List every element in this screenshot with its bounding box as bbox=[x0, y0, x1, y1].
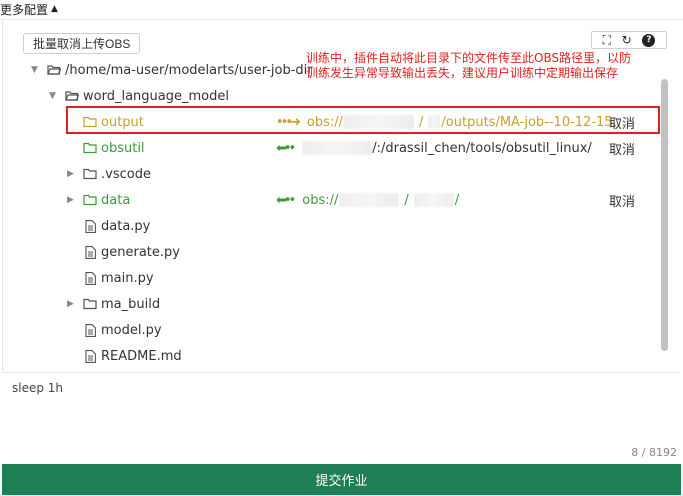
tree-row-data[interactable]: ▶ data ⬅•• obs:// / / 取消 bbox=[3, 188, 653, 212]
file-icon bbox=[83, 271, 97, 285]
download-arrow-icon: ⬅•• bbox=[276, 192, 296, 208]
file-name: model.py bbox=[101, 322, 162, 338]
file-icon bbox=[83, 323, 97, 337]
cancel-upload-link[interactable]: 取消 bbox=[609, 113, 635, 132]
redacted-text bbox=[339, 193, 400, 207]
redacted-text bbox=[428, 115, 441, 129]
file-icon bbox=[83, 245, 97, 259]
file-name: README.md bbox=[101, 348, 182, 364]
scrollbar-thumb[interactable] bbox=[661, 79, 668, 351]
annotation-note: 训练中，插件自动将此目录下的文件传至此OBS路径里，以防训练发生异常导致输出丢失… bbox=[306, 51, 632, 80]
tree-row-output[interactable]: output •••➜ obs:// / /outputs/MA-job--10… bbox=[3, 110, 653, 134]
file-name: generate.py bbox=[101, 244, 180, 260]
obs-mapping: ⬅•• /:/drassil_chen/tools/obsutil_linux/ bbox=[276, 140, 592, 156]
panel-toolbar: ⛶ ↻ ? bbox=[591, 31, 667, 49]
caret-up-icon: ▲ bbox=[51, 4, 58, 14]
caret-down-icon[interactable]: ▼ bbox=[31, 65, 38, 75]
folder-name: output bbox=[101, 114, 144, 130]
caret-right-icon[interactable]: ▶ bbox=[67, 299, 74, 309]
tree-row-file[interactable]: generate.py bbox=[3, 240, 653, 264]
more-config-toggle[interactable]: 更多配置 ▲ bbox=[0, 0, 58, 18]
folder-icon bbox=[83, 167, 97, 181]
tree-row-file[interactable]: README.md bbox=[3, 344, 653, 368]
folder-open-icon bbox=[47, 63, 61, 77]
batch-cancel-upload-button[interactable]: 批量取消上传OBS bbox=[23, 33, 141, 54]
root-path: /home/ma-user/modelarts/user-job-dir bbox=[65, 62, 313, 78]
divider bbox=[0, 19, 683, 20]
project-folder-name: word_language_model bbox=[83, 88, 229, 104]
upload-arrow-icon: •••➜ bbox=[276, 114, 301, 130]
folder-open-icon bbox=[65, 89, 79, 103]
tree-row-file[interactable]: data.py bbox=[3, 214, 653, 238]
folder-icon bbox=[83, 297, 97, 311]
cancel-upload-link[interactable]: 取消 bbox=[609, 139, 635, 158]
folder-name: ma_build bbox=[101, 296, 161, 312]
file-name: data.py bbox=[101, 218, 151, 234]
file-icon bbox=[83, 219, 97, 233]
more-config-label: 更多配置 bbox=[0, 2, 49, 17]
refresh-icon[interactable]: ↻ bbox=[622, 34, 632, 46]
tree-row-obsutil[interactable]: obsutil ⬅•• /:/drassil_chen/tools/obsuti… bbox=[3, 136, 653, 160]
tree-row-vscode[interactable]: ▶ .vscode bbox=[3, 162, 653, 186]
obs-mapping: ⬅•• obs:// / / bbox=[276, 192, 460, 208]
help-icon[interactable]: ? bbox=[642, 33, 656, 47]
char-counter: 8 / 8192 bbox=[631, 446, 677, 459]
file-icon bbox=[83, 349, 97, 363]
folder-name: .vscode bbox=[101, 166, 151, 182]
caret-right-icon[interactable]: ▶ bbox=[67, 169, 74, 179]
redacted-text bbox=[302, 141, 373, 155]
fullscreen-icon[interactable]: ⛶ bbox=[603, 34, 611, 46]
cancel-upload-link[interactable]: 取消 bbox=[609, 191, 635, 210]
tree-row-project[interactable]: ▼ word_language_model bbox=[3, 84, 653, 108]
folder-icon bbox=[83, 193, 97, 207]
obs-mapping: •••➜ obs:// / /outputs/MA-job--10-12-15… bbox=[276, 114, 626, 130]
caret-down-icon[interactable]: ▼ bbox=[49, 91, 56, 101]
command-textarea[interactable]: sleep 1h bbox=[12, 381, 63, 395]
file-name: main.py bbox=[101, 270, 154, 286]
folder-icon bbox=[83, 115, 97, 129]
tree-row-file[interactable]: main.py bbox=[3, 266, 653, 290]
tree-row-file[interactable]: model.py bbox=[3, 318, 653, 342]
redacted-text bbox=[344, 115, 415, 129]
tree-row-ma-build[interactable]: ▶ ma_build bbox=[3, 292, 653, 316]
redacted-text bbox=[413, 193, 454, 207]
folder-name: data bbox=[101, 192, 131, 208]
caret-right-icon[interactable]: ▶ bbox=[67, 195, 74, 205]
submit-job-button[interactable]: 提交作业 bbox=[2, 464, 681, 495]
download-arrow-icon: ⬅•• bbox=[276, 140, 296, 156]
folder-name: obsutil bbox=[101, 140, 145, 156]
divider bbox=[2, 372, 681, 373]
folder-icon bbox=[83, 141, 97, 155]
